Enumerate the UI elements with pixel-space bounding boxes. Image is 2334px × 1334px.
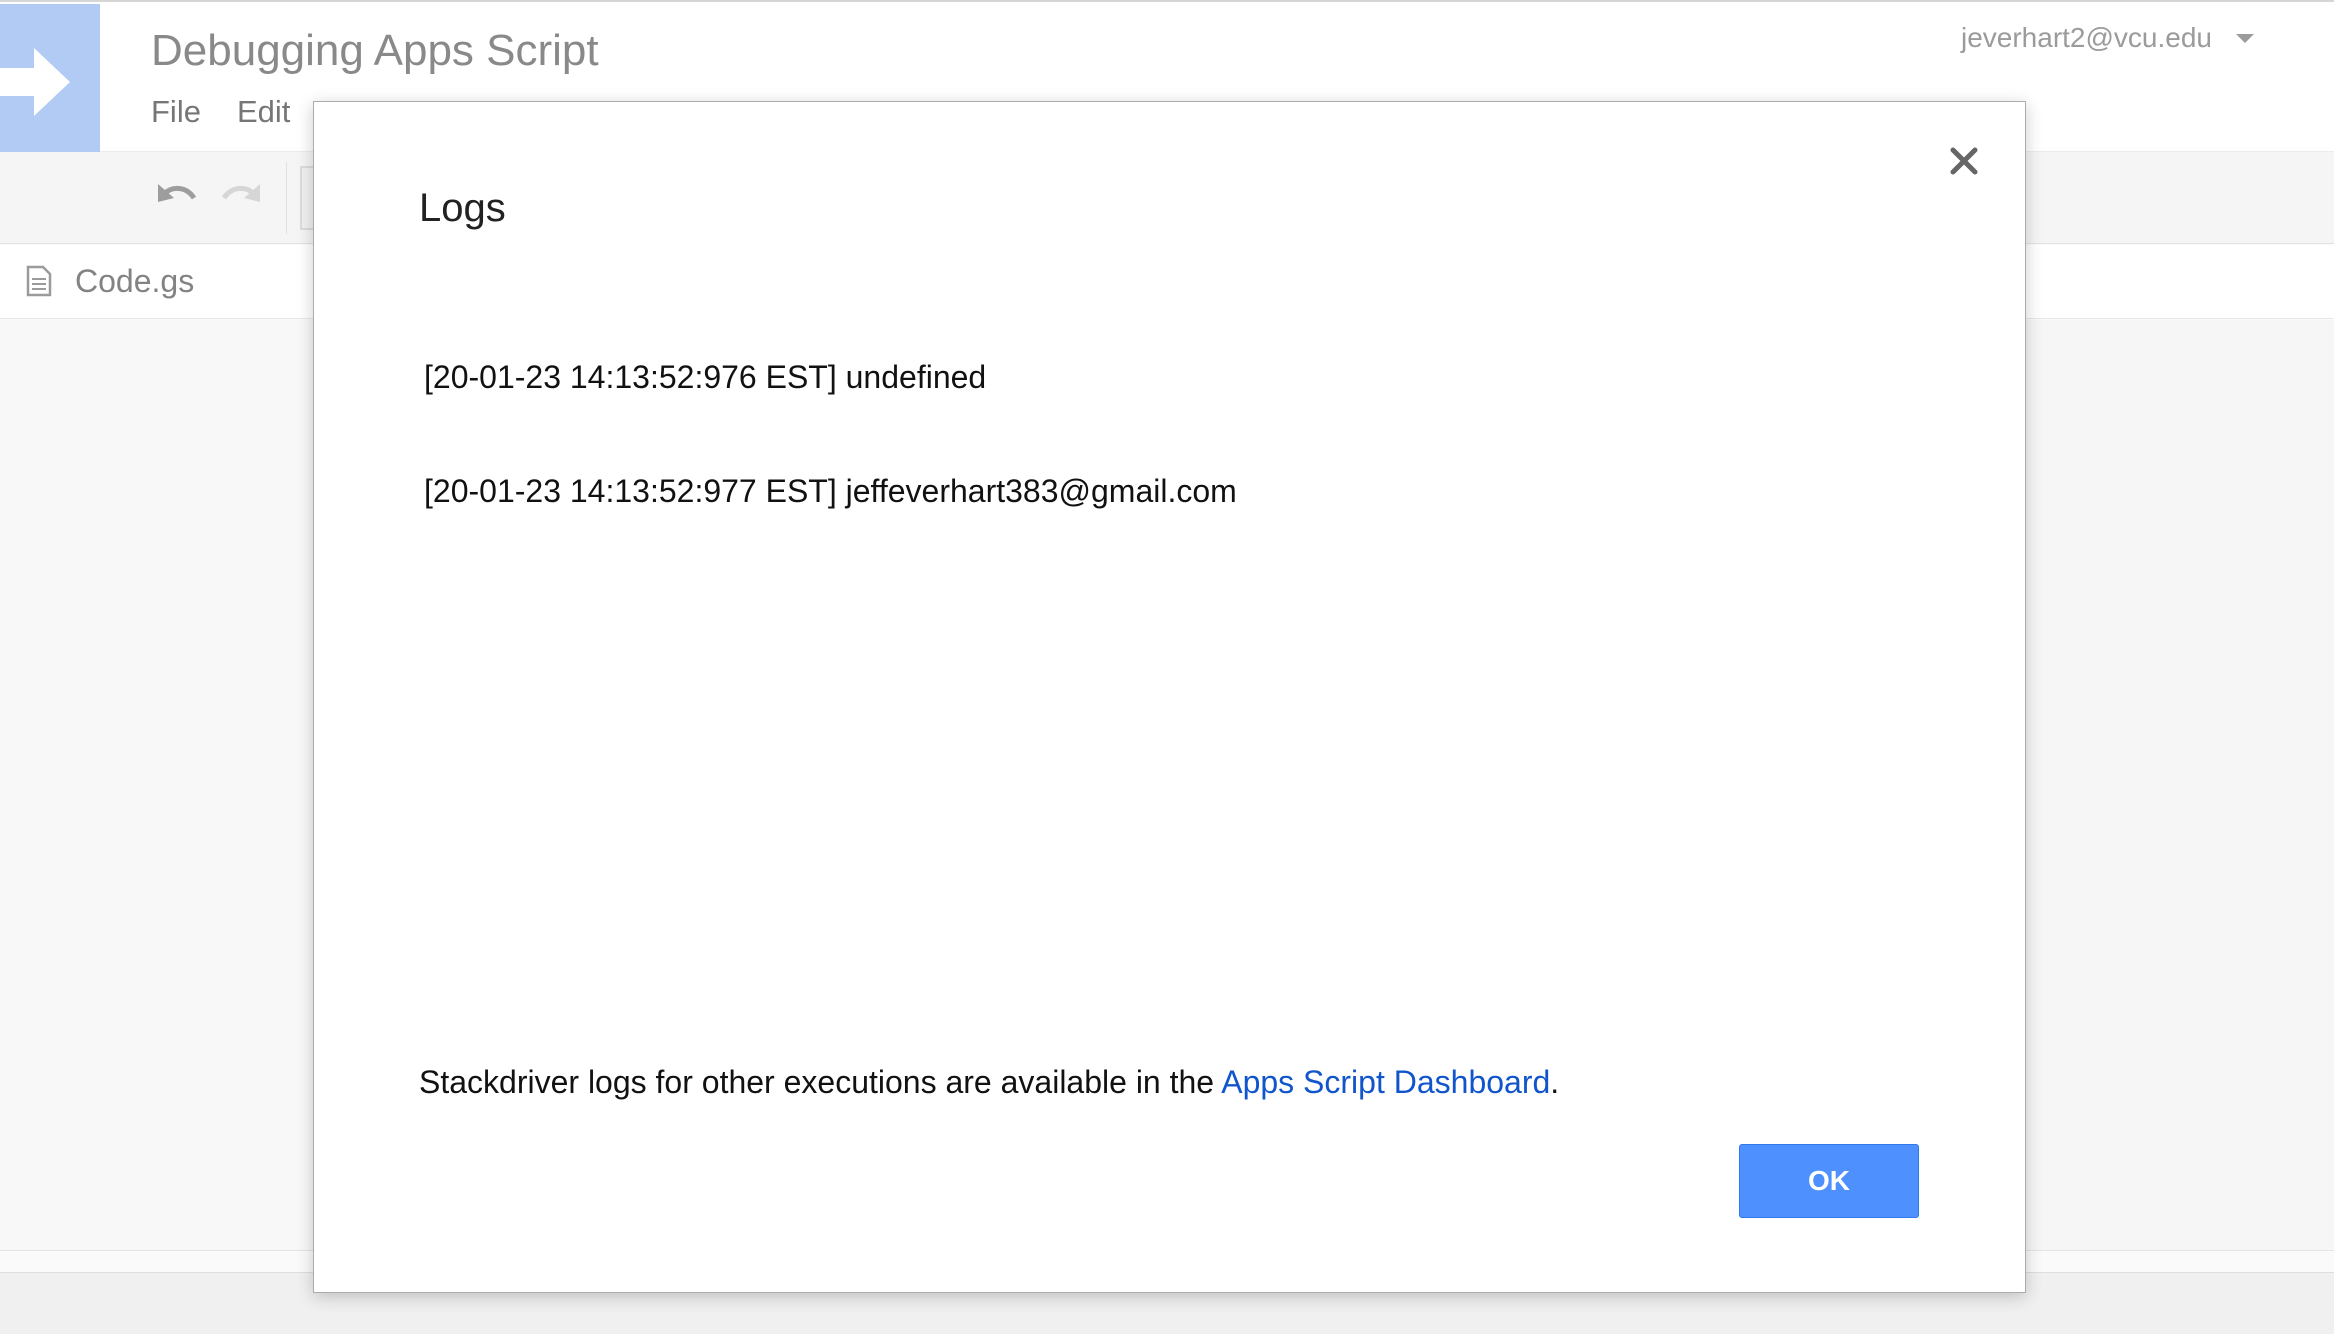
close-icon[interactable] — [1943, 140, 1985, 182]
stackdriver-note-suffix: . — [1550, 1064, 1560, 1100]
logs-dialog: Logs [20-01-23 14:13:52:976 EST] undefin… — [313, 101, 2026, 1293]
dialog-title: Logs — [419, 186, 506, 230]
stackdriver-note: Stackdriver logs for other executions ar… — [419, 1064, 1559, 1101]
apps-script-dashboard-link[interactable]: Apps Script Dashboard — [1221, 1064, 1550, 1100]
log-line: [20-01-23 14:13:52:976 EST] undefined — [424, 359, 987, 395]
ok-button[interactable]: OK — [1739, 1144, 1919, 1218]
stackdriver-note-text: Stackdriver logs for other executions ar… — [419, 1064, 1222, 1100]
log-line: [20-01-23 14:13:52:977 EST] jeffeverhart… — [424, 473, 1237, 509]
log-output: [20-01-23 14:13:52:976 EST] undefined [2… — [424, 282, 1237, 586]
